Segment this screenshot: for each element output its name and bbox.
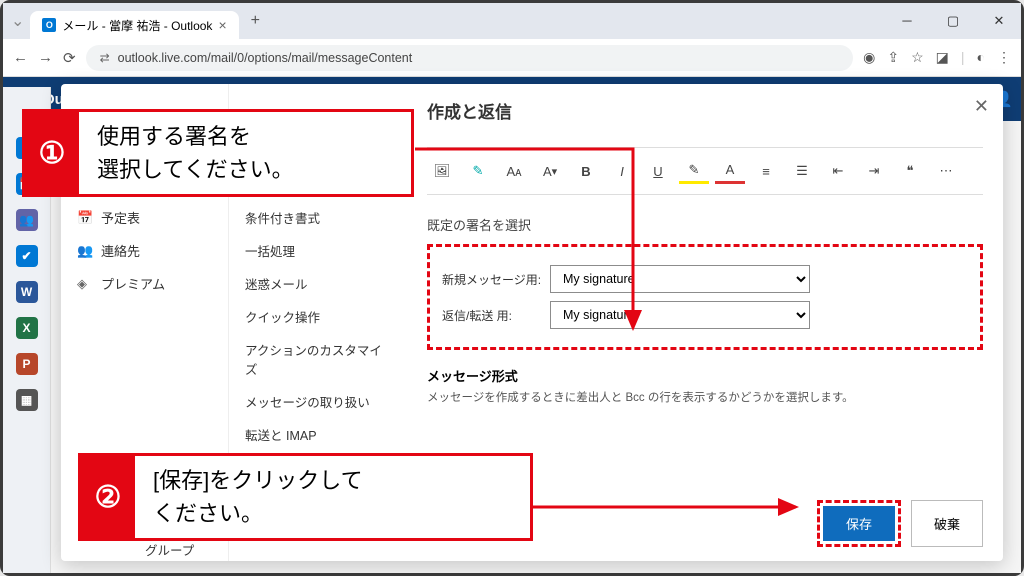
bullets-icon[interactable]: ≡: [751, 158, 781, 184]
tab-dropdown[interactable]: ⌄: [11, 11, 24, 31]
callout-1-text: 使用する署名を 選択してください。: [79, 112, 312, 194]
tab-title: メール - 當摩 祐浩 - Outlook: [62, 17, 212, 34]
url-input[interactable]: ⇄ outlook.live.com/mail/0/options/mail/m…: [86, 45, 854, 71]
message-format-title: メッセージ形式: [427, 366, 983, 385]
nav-icon: 👥: [77, 243, 93, 259]
outdent-icon[interactable]: ⇤: [823, 158, 853, 184]
nav-icon: ◈: [77, 276, 93, 292]
settings-sub-item[interactable]: 条件付き書式: [239, 201, 397, 234]
discard-button[interactable]: 破棄: [911, 500, 983, 547]
settings-sub-item[interactable]: アクションのカスタマイズ: [239, 333, 397, 385]
minimize-button[interactable]: ─: [893, 13, 921, 29]
callout-2-number: ②: [81, 456, 135, 538]
forward-button[interactable]: →: [38, 49, 53, 66]
fontcolor-icon[interactable]: A: [715, 158, 745, 184]
new-tab-button[interactable]: +: [245, 12, 266, 30]
back-button[interactable]: ←: [13, 49, 28, 66]
nav-label: プレミアム: [101, 274, 165, 293]
settings-sub-item[interactable]: 迷惑メール: [239, 267, 397, 300]
indent-icon[interactable]: ⇥: [859, 158, 889, 184]
rail-ppt-icon[interactable]: P: [16, 353, 38, 375]
eye-icon[interactable]: ◉: [863, 49, 875, 66]
browser-tab[interactable]: O メール - 當摩 祐浩 - Outlook ×: [30, 11, 238, 40]
arrow-1: [413, 143, 653, 353]
ext1-icon[interactable]: ◪: [936, 49, 949, 66]
reload-button[interactable]: ⟳: [63, 49, 76, 67]
rail-word-icon[interactable]: W: [16, 281, 38, 303]
callout-1-number: ①: [25, 112, 79, 194]
nav-label: 予定表: [101, 208, 140, 227]
save-highlight: 保存: [817, 500, 901, 547]
profile-icon[interactable]: ◐: [977, 49, 985, 66]
extensions: ◉ ⇪ ☆ ◪ | ◐ ⋮: [863, 49, 1011, 66]
more-icon[interactable]: ⋯: [931, 158, 961, 184]
dialog-close-button[interactable]: ✕: [974, 96, 989, 117]
settings-nav-item[interactable]: ◈ プレミアム: [69, 267, 220, 300]
sidebar-item-groups[interactable]: グループ: [145, 540, 194, 559]
rail-people-icon[interactable]: 👥: [16, 209, 38, 231]
numbers-icon[interactable]: ☰: [787, 158, 817, 184]
rail-excel-icon[interactable]: X: [16, 317, 38, 339]
settings-sub-item[interactable]: メッセージの取り扱い: [239, 385, 397, 418]
highlight-icon[interactable]: ✎: [679, 158, 709, 184]
outlook-favicon: O: [42, 18, 56, 32]
message-format-desc: メッセージを作成するときに差出人と Bcc の行を表示するかどうかを選択します。: [427, 389, 983, 405]
site-info-icon[interactable]: ⇄: [100, 51, 110, 65]
nav-label: 連絡先: [101, 241, 140, 260]
callout-2-text: [保存]をクリックして ください。: [135, 456, 381, 538]
save-button[interactable]: 保存: [823, 506, 895, 541]
settings-sub-item[interactable]: 転送と IMAP: [239, 418, 397, 451]
url-text: outlook.live.com/mail/0/options/mail/mes…: [118, 51, 413, 65]
close-window-button[interactable]: ✕: [985, 13, 1013, 29]
callout-1: ① 使用する署名を 選択してください。: [22, 109, 414, 197]
maximize-button[interactable]: ▢: [939, 13, 967, 29]
nav-icon: 📅: [77, 210, 93, 226]
share-icon[interactable]: ⇪: [887, 49, 899, 66]
menu-icon[interactable]: ⋮: [997, 49, 1011, 66]
settings-sub-item[interactable]: 一括処理: [239, 234, 397, 267]
rail-more-icon[interactable]: ▦: [16, 389, 38, 411]
browser-titlebar: ⌄ O メール - 當摩 祐浩 - Outlook × + ─ ▢ ✕: [3, 3, 1021, 39]
quote-icon[interactable]: ❝: [895, 158, 925, 184]
close-icon[interactable]: ×: [218, 17, 226, 33]
rail-todo-icon[interactable]: ✔: [16, 245, 38, 267]
settings-nav-item[interactable]: 📅 予定表: [69, 201, 220, 234]
settings-sub-item[interactable]: クイック操作: [239, 300, 397, 333]
settings-nav-item[interactable]: 👥 連絡先: [69, 234, 220, 267]
address-bar: ← → ⟳ ⇄ outlook.live.com/mail/0/options/…: [3, 39, 1021, 77]
callout-2: ② [保存]をクリックして ください。: [78, 453, 533, 541]
page-title: 作成と返信: [427, 98, 983, 123]
arrow-2: [531, 497, 811, 517]
bookmark-icon[interactable]: ☆: [911, 49, 924, 66]
